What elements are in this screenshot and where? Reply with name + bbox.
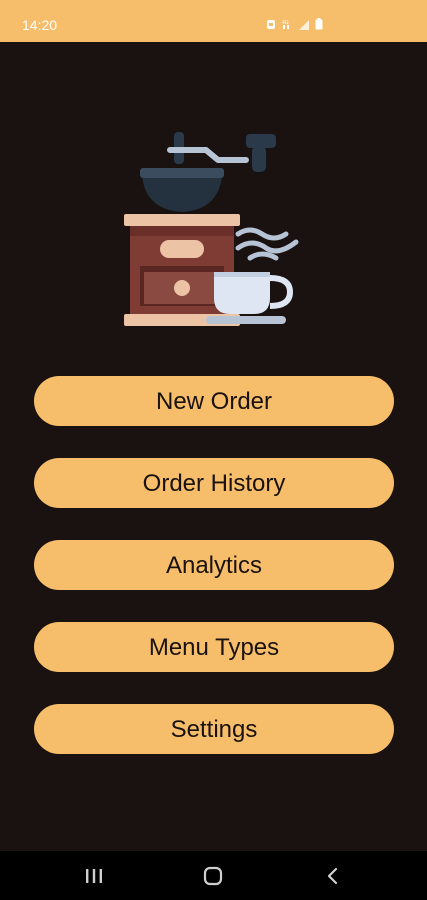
analytics-button[interactable]: Analytics [34, 540, 394, 590]
status-time: 14:20 [22, 17, 58, 33]
status-icons: 4G [266, 18, 323, 30]
recent-apps-icon[interactable] [83, 865, 105, 887]
status-bar: 14:20 4G [0, 0, 427, 42]
signal-icon [299, 19, 309, 30]
order-history-button[interactable]: Order History [34, 458, 394, 508]
settings-button[interactable]: Settings [34, 704, 394, 754]
menu-types-button[interactable]: Menu Types [34, 622, 394, 672]
back-icon[interactable] [322, 865, 344, 887]
notification-icon [266, 19, 276, 30]
main-screen: New Order Order History Analytics Menu T… [0, 42, 427, 851]
new-order-button[interactable]: New Order [34, 376, 394, 426]
home-icon[interactable] [202, 865, 224, 887]
battery-icon [315, 18, 323, 30]
system-nav-bar [0, 851, 427, 900]
coffee-grinder-logo [124, 132, 299, 326]
wifi-icon: 4G [282, 19, 293, 30]
